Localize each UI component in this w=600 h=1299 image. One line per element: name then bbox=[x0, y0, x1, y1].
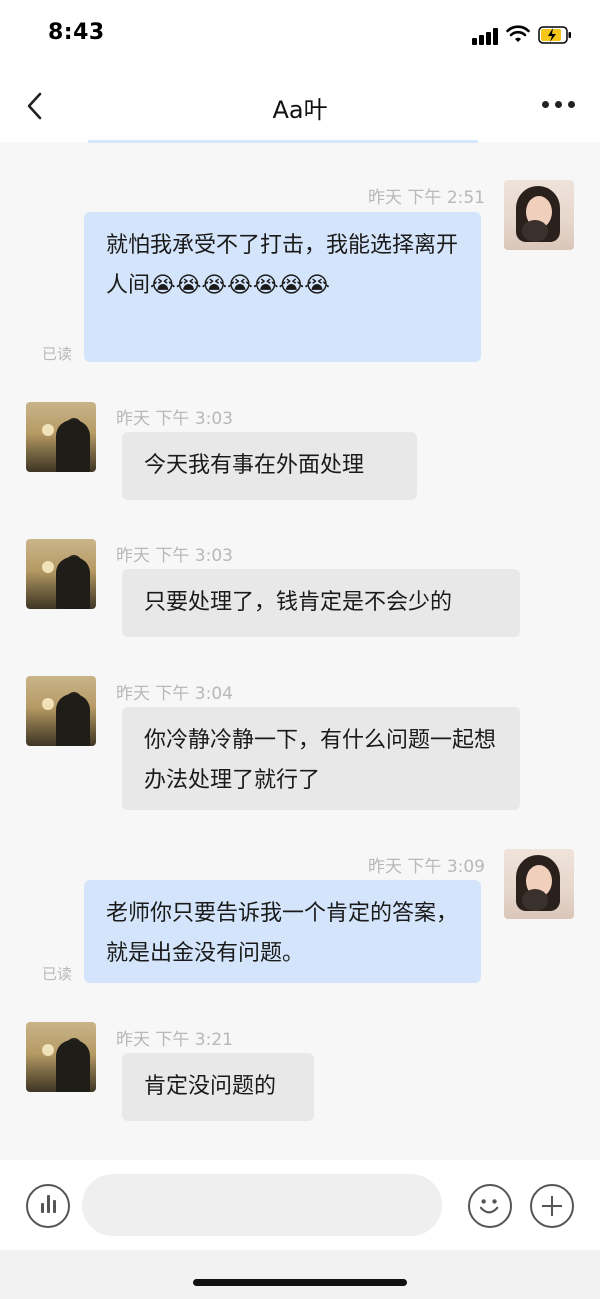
message-bubble-outgoing[interactable]: 老师你只要告诉我一个肯定的答案，就是出金没有问题。 bbox=[84, 880, 481, 983]
message-timestamp: 昨天 下午 3:04 bbox=[116, 684, 233, 704]
wifi-icon bbox=[506, 25, 530, 42]
message-timestamp: 昨天 下午 3:03 bbox=[116, 546, 233, 566]
my-avatar[interactable] bbox=[504, 849, 574, 919]
more-dots-icon[interactable] bbox=[536, 98, 580, 112]
message-timestamp: 昨天 下午 2:51 bbox=[368, 188, 485, 208]
contact-avatar[interactable] bbox=[26, 1022, 96, 1092]
contact-avatar[interactable] bbox=[26, 539, 96, 609]
chat-header: Aa叶 bbox=[0, 70, 600, 142]
message-bubble-incoming[interactable]: 今天我有事在外面处理 bbox=[122, 432, 417, 500]
voice-icon[interactable] bbox=[26, 1184, 70, 1228]
my-avatar[interactable] bbox=[504, 180, 574, 250]
chat-title: Aa叶 bbox=[272, 96, 328, 124]
contact-avatar[interactable] bbox=[26, 402, 96, 472]
signal-icon bbox=[472, 27, 500, 45]
status-time: 8:43 bbox=[48, 20, 105, 45]
message-bubble-incoming[interactable]: 肯定没问题的 bbox=[122, 1053, 314, 1121]
message-input[interactable] bbox=[82, 1174, 442, 1236]
read-receipt: 已读 bbox=[42, 965, 73, 983]
battery-charging-icon bbox=[538, 26, 571, 44]
emoji-icon[interactable] bbox=[468, 1184, 512, 1228]
plus-icon[interactable] bbox=[530, 1184, 574, 1228]
message-timestamp: 昨天 下午 3:21 bbox=[116, 1030, 233, 1050]
contact-avatar[interactable] bbox=[26, 676, 96, 746]
bottom-safe-area bbox=[0, 1250, 600, 1299]
message-bubble-incoming[interactable]: 只要处理了，钱肯定是不会少的 bbox=[122, 569, 520, 637]
message-timestamp: 昨天 下午 3:03 bbox=[116, 409, 233, 429]
message-bubble-incoming[interactable]: 你冷静冷静一下，有什么问题一起想办法处理了就行了 bbox=[122, 707, 520, 810]
previous-bubble-edge bbox=[88, 140, 478, 143]
read-receipt: 已读 bbox=[42, 345, 73, 363]
message-timestamp: 昨天 下午 3:09 bbox=[368, 857, 485, 877]
home-indicator[interactable] bbox=[193, 1279, 407, 1286]
status-bar: 8:43 bbox=[0, 0, 600, 70]
message-bubble-outgoing[interactable]: 就怕我承受不了打击，我能选择离开人间😭😭😭😭😭😭😭 bbox=[84, 212, 481, 362]
